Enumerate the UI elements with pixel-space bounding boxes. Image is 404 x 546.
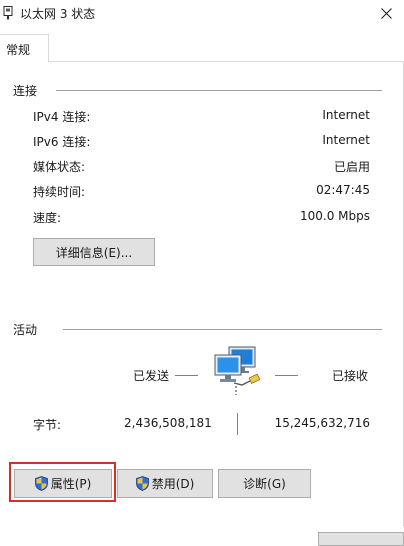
speed-label: 速度:	[33, 211, 62, 225]
properties-highlight	[9, 462, 116, 502]
bytes-received-value: 15,245,632,716	[274, 416, 370, 430]
network-adapter-icon	[3, 6, 13, 20]
ipv4-value: Internet	[322, 108, 370, 122]
ipv6-value: Internet	[322, 133, 370, 147]
disable-button[interactable]: 禁用(D)	[117, 469, 213, 498]
bytes-label: 字节:	[33, 418, 62, 432]
sent-label: 已发送	[133, 369, 170, 383]
connection-section-label: 连接	[13, 84, 38, 98]
title-bar: 以太网 3 状态	[0, 0, 404, 27]
disable-button-label: 禁用(D)	[151, 477, 195, 491]
received-dash	[275, 375, 298, 376]
tab-general[interactable]: 常规	[0, 34, 49, 62]
bytes-sent-value: 2,436,508,181	[124, 416, 212, 430]
media-state-value: 已启用	[333, 160, 370, 174]
media-state-label: 媒体状态:	[33, 160, 86, 174]
sent-dash	[175, 375, 198, 376]
received-label: 已接收	[332, 369, 369, 383]
uac-shield-icon	[135, 476, 149, 491]
diagnose-button[interactable]: 诊断(G)	[218, 469, 311, 498]
details-button-label: 详细信息(E)...	[55, 245, 133, 260]
duration-label: 持续时间:	[33, 185, 86, 199]
diagnose-button-label: 诊断(G)	[243, 477, 286, 491]
activity-separator	[63, 329, 382, 330]
connection-separator	[56, 90, 382, 91]
ipv4-label: IPv4 连接:	[33, 110, 91, 124]
ipv6-label: IPv6 连接:	[33, 135, 91, 149]
bytes-divider	[237, 413, 238, 435]
speed-value: 100.0 Mbps	[299, 209, 370, 223]
close-icon	[380, 8, 392, 19]
duration-value: 02:47:45	[316, 183, 370, 197]
close-button[interactable]	[368, 0, 404, 27]
tab-panel	[0, 61, 404, 526]
network-computers-icon	[212, 345, 262, 397]
close-dialog-button[interactable]	[318, 532, 404, 546]
activity-section-label: 活动	[13, 323, 38, 337]
window-title: 以太网 3 状态	[20, 7, 96, 21]
details-button[interactable]: 详细信息(E)...	[33, 238, 155, 266]
tab-general-label: 常规	[6, 43, 31, 57]
